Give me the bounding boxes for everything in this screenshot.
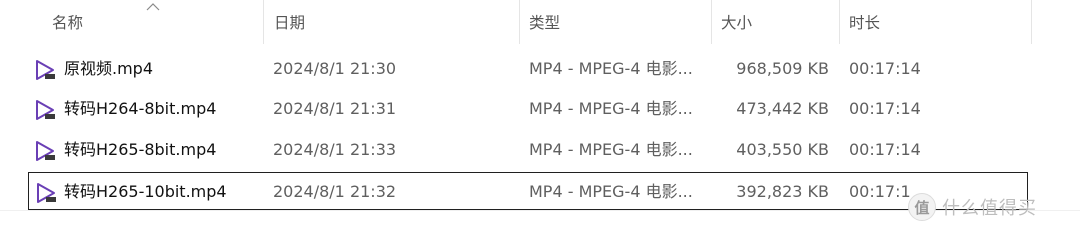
file-duration: 00:17:14 <box>849 99 921 118</box>
file-date: 2024/8/1 21:30 <box>273 59 397 78</box>
file-date: 2024/8/1 21:31 <box>273 99 397 118</box>
file-name: 转码H265-10bit.mp4 <box>64 182 227 201</box>
file-type: MP4 - MPEG-4 电影... <box>529 59 693 78</box>
file-size: 473,442 KB <box>736 99 829 118</box>
watermark-logo-icon: 值 <box>908 193 936 221</box>
file-row[interactable]: 原视频.mp4 2024/8/1 21:30 MP4 - MPEG-4 电影..… <box>28 50 1028 88</box>
column-header-date[interactable]: 日期 <box>264 0 520 44</box>
file-size: 392,823 KB <box>736 182 829 201</box>
file-size: 403,550 KB <box>736 140 829 159</box>
watermark-text: 什么值得买 <box>942 198 1037 219</box>
file-row-focused[interactable]: 转码H265-10bit.mp4 2024/8/1 21:32 MP4 - MP… <box>28 172 1028 210</box>
file-duration: 00:17:14 <box>849 59 921 78</box>
video-file-icon <box>36 141 55 161</box>
file-list-pane: 名称 日期 类型 大小 时长 原视频.mp4 2024/8/1 21:30 MP… <box>0 0 1080 227</box>
video-file-icon <box>36 100 55 120</box>
file-type: MP4 - MPEG-4 电影... <box>529 140 693 159</box>
column-header-size[interactable]: 大小 <box>712 0 840 44</box>
file-duration: 00:17:14 <box>849 140 921 159</box>
file-type: MP4 - MPEG-4 电影... <box>529 182 693 201</box>
file-row[interactable]: 转码H264-8bit.mp4 2024/8/1 21:31 MP4 - MPE… <box>28 90 1028 128</box>
file-name: 转码H265-8bit.mp4 <box>64 140 217 159</box>
file-type: MP4 - MPEG-4 电影... <box>529 99 693 118</box>
file-name: 原视频.mp4 <box>64 59 154 78</box>
video-file-icon <box>36 60 55 80</box>
column-header-bar: 名称 日期 类型 大小 时长 <box>0 0 1080 44</box>
file-date: 2024/8/1 21:32 <box>273 182 397 201</box>
watermark: 值 什么值得买 <box>908 190 1037 224</box>
column-header-type[interactable]: 类型 <box>520 0 712 44</box>
file-size: 968,509 KB <box>736 59 829 78</box>
file-date: 2024/8/1 21:33 <box>273 140 397 159</box>
file-name: 转码H264-8bit.mp4 <box>64 99 217 118</box>
video-file-icon <box>37 183 56 203</box>
file-row[interactable]: 转码H265-8bit.mp4 2024/8/1 21:33 MP4 - MPE… <box>28 131 1028 169</box>
column-header-duration[interactable]: 时长 <box>840 0 1032 44</box>
column-header-name[interactable]: 名称 <box>0 0 264 44</box>
